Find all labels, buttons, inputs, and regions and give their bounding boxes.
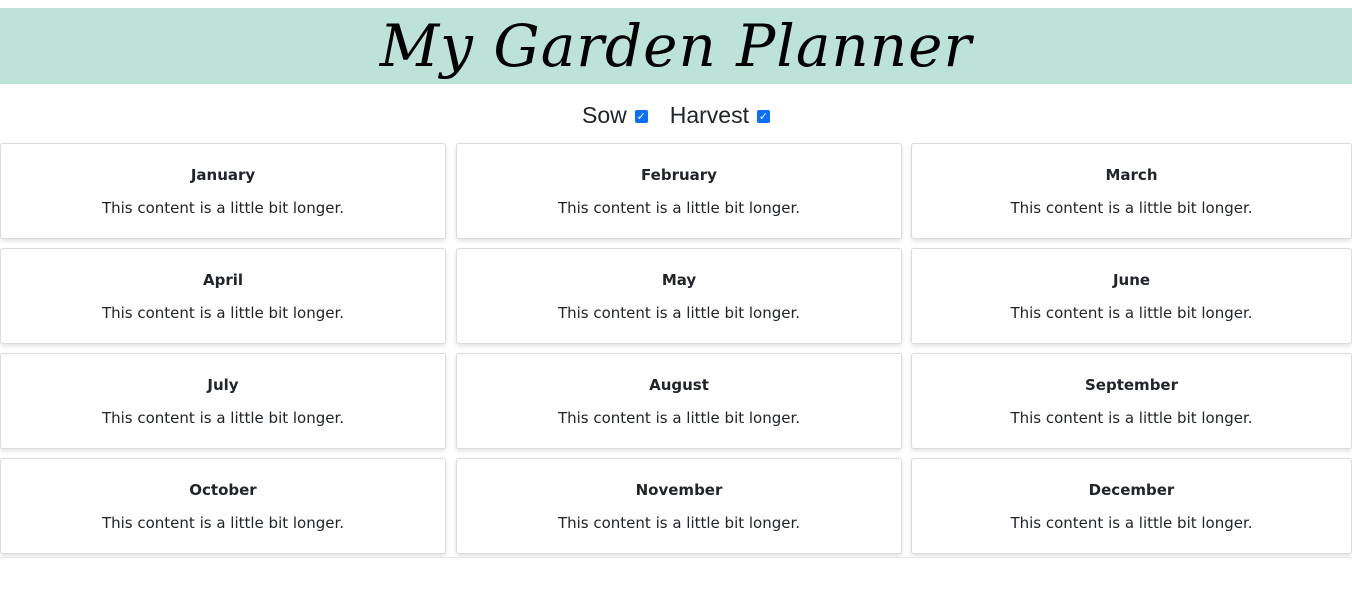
month-card-september[interactable]: September This content is a little bit l… xyxy=(911,353,1352,449)
month-description: This content is a little bit longer. xyxy=(1010,199,1253,217)
month-title: July xyxy=(207,376,239,394)
sow-filter[interactable]: Sow ✓ xyxy=(582,102,648,129)
month-title: March xyxy=(1105,166,1158,184)
month-description: This content is a little bit longer. xyxy=(1010,514,1253,532)
month-title: June xyxy=(1112,271,1151,289)
filter-bar: Sow ✓ Harvest ✓ xyxy=(0,98,1352,132)
sow-filter-label: Sow xyxy=(582,101,627,128)
month-description: This content is a little bit longer. xyxy=(101,304,345,322)
month-card-grid: January This content is a little bit lon… xyxy=(0,143,1352,555)
month-title: September xyxy=(1085,376,1178,394)
month-card-october[interactable]: October This content is a little bit lon… xyxy=(0,458,446,554)
month-description: This content is a little bit longer. xyxy=(101,514,345,532)
month-title: May xyxy=(661,271,697,289)
month-description: This content is a little bit longer. xyxy=(101,199,345,217)
month-title: November xyxy=(635,481,723,499)
month-card-january[interactable]: January This content is a little bit lon… xyxy=(0,143,446,239)
month-card-march[interactable]: March This content is a little bit longe… xyxy=(911,143,1352,239)
month-title: August xyxy=(649,376,709,394)
month-card-june[interactable]: June This content is a little bit longer… xyxy=(911,248,1352,344)
sow-checkbox[interactable]: ✓ xyxy=(634,109,648,123)
month-description: This content is a little bit longer. xyxy=(557,199,801,217)
bottom-divider xyxy=(0,557,1352,558)
harvest-filter[interactable]: Harvest ✓ xyxy=(670,102,770,129)
header-banner: My Garden Planner xyxy=(0,8,1352,84)
month-description: This content is a little bit longer. xyxy=(557,304,801,322)
month-card-february[interactable]: February This content is a little bit lo… xyxy=(456,143,902,239)
month-title: December xyxy=(1088,481,1175,499)
month-title: January xyxy=(190,166,256,184)
month-card-august[interactable]: August This content is a little bit long… xyxy=(456,353,902,449)
month-card-may[interactable]: May This content is a little bit longer. xyxy=(456,248,902,344)
month-description: This content is a little bit longer. xyxy=(1010,409,1253,427)
month-description: This content is a little bit longer. xyxy=(1010,304,1253,322)
month-description: This content is a little bit longer. xyxy=(101,409,345,427)
month-card-july[interactable]: July This content is a little bit longer… xyxy=(0,353,446,449)
month-description: This content is a little bit longer. xyxy=(557,409,801,427)
month-title: February xyxy=(641,166,717,184)
month-card-april[interactable]: April This content is a little bit longe… xyxy=(0,248,446,344)
page-title: My Garden Planner xyxy=(379,12,973,80)
month-title: April xyxy=(202,271,244,289)
harvest-filter-label: Harvest xyxy=(669,101,749,128)
month-card-november[interactable]: November This content is a little bit lo… xyxy=(456,458,902,554)
month-description: This content is a little bit longer. xyxy=(557,514,801,532)
month-card-december[interactable]: December This content is a little bit lo… xyxy=(911,458,1352,554)
month-title: October xyxy=(189,481,257,499)
harvest-checkbox[interactable]: ✓ xyxy=(757,109,770,123)
